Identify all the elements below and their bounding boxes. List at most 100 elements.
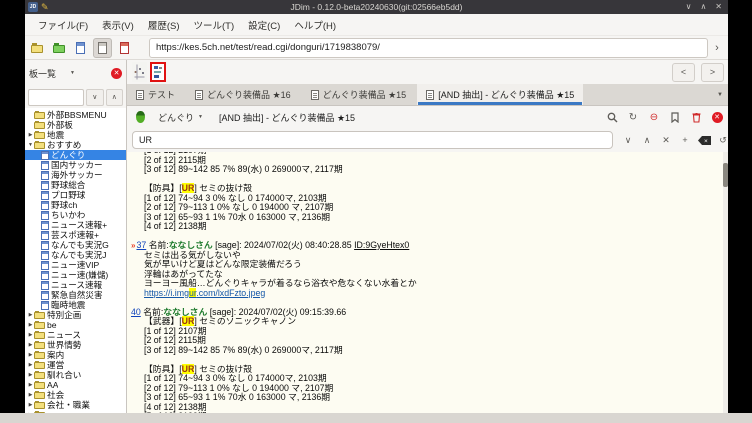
search-icon[interactable] [606,111,618,123]
find-prev-icon[interactable]: ∧ [640,133,654,147]
board-dropdown-button[interactable]: どんぐり ▼ [154,109,207,126]
window-close-button[interactable]: ✕ [715,0,722,14]
url-dropdown-button[interactable]: › [708,38,726,58]
chevron-down-icon[interactable]: ▼ [70,70,75,76]
tree-expander-icon[interactable]: ▶ [27,372,34,378]
tree-expander-icon[interactable]: ▶ [27,412,34,413]
post-text: [5 of 12] 2132期 [144,411,207,413]
menu-history[interactable]: 履歴(S) [141,15,187,35]
post-text: ] セミの抜け殻 [194,364,252,374]
acorn-board-icon [136,111,145,123]
thread-view-button[interactable] [93,38,112,58]
sidebar-close-button[interactable]: ✕ [111,68,122,79]
doc-red-icon [120,42,129,54]
post-text: 名前: [146,240,168,250]
tab-2[interactable]: どんぐり装備品 ★15 [302,84,416,105]
filter-down-button[interactable]: ∨ [86,89,104,106]
tree-expander-icon[interactable]: ▶ [27,332,34,338]
own-post-arrow-icon: » [131,241,135,250]
tree-expander-icon[interactable]: ▶ [27,352,34,358]
tree-expander-icon[interactable]: ▶ [27,392,34,398]
search-highlight: UR [182,316,195,326]
tree-expander-icon[interactable]: ▶ [27,362,34,368]
tree-expander-icon[interactable]: ▶ [27,312,34,318]
post-text: ヨーヨー風船…どんぐりキャラが着るなら浴衣や危なくない水着とか [144,278,417,288]
tab-1[interactable]: どんぐり装備品 ★16 [186,84,300,105]
sidebar-item-会社・職業[interactable]: ▶ 会社・職業 [25,400,126,410]
find-next-icon[interactable]: ∨ [621,133,635,147]
menu-view[interactable]: 表示(V) [95,15,141,35]
menu-tools[interactable]: ツール(T) [186,15,241,35]
tab-3[interactable]: [AND 抽出] - どんぐり装備品 ★15 [417,84,583,105]
clear-highlight-icon[interactable]: ✕ [659,133,673,147]
reload-icon[interactable]: ↻ [627,111,639,123]
sidebar-item-label: 会社・職業 [47,399,90,411]
post-text: [4 of 12] 2138期 [144,221,207,231]
tree-expander-icon[interactable]: ▶ [27,382,34,388]
tab-label: どんぐり装備品 ★15 [323,88,407,101]
menu-settings[interactable]: 設定(C) [241,15,287,35]
tree-expander-icon[interactable]: ▶ [27,322,34,328]
delete-log-icon[interactable] [690,111,702,123]
tree-expander-icon[interactable]: ▶ [27,132,34,138]
close-thread-icon[interactable]: ✕ [711,111,723,123]
favorites-button[interactable] [49,38,68,58]
url-link[interactable]: .com/lxdFzto.jpeg [196,288,265,298]
post-number-link[interactable]: 40 [131,307,141,317]
scrollbar-track[interactable] [723,152,728,413]
extract-add-icon[interactable]: + [678,133,692,147]
close-search-icon[interactable]: ↺ [716,133,730,147]
clear-input-icon[interactable]: × [697,133,711,147]
menu-file[interactable]: ファイル(F) [31,15,95,35]
doc-icon [41,171,49,180]
doc-icon [41,271,49,280]
next-tab-button[interactable]: > [701,63,724,82]
post-text: [2 of 12] 2115期 [144,335,206,345]
thread-view: [1 of 12] 2107期[2 of 12] 2115期[3 of 12] … [127,152,728,413]
tree-expander-icon[interactable]: ▼ [27,142,34,148]
tab-list-dropdown-button[interactable]: ▼ [712,84,728,105]
menu-help[interactable]: ヘルプ(H) [287,15,343,35]
image-view-button[interactable] [115,38,134,58]
post-search-icons: ∨ ∧ ✕ + × ↺ [621,133,730,147]
board-list-sidebar: 板一覧 ▼ ✕ ∨ ∧ 外部BBSMENU外部板▶地震▼おすすめどんぐり国内サッ… [25,60,127,413]
bookmark-icon[interactable] [669,111,681,123]
board-filter-input[interactable] [28,89,84,106]
poster-id-link[interactable]: ID:9GyeHtex0 [354,240,409,250]
board-view-button[interactable] [71,38,90,58]
url-input[interactable] [149,38,708,58]
sidebar-item-案内[interactable]: ▶案内 [25,350,126,360]
post-number-link[interactable]: 37 [136,240,146,250]
url-link[interactable]: https://i.img [144,288,189,298]
sidebar-item-AA[interactable]: ▶AA [25,380,126,390]
stop-icon[interactable]: ⊖ [648,111,660,123]
sidebar-item-世界情勢[interactable]: ▶世界情勢 [25,340,126,350]
sidebar-item-外部板[interactable]: 外部板 [25,120,126,130]
filter-up-button[interactable]: ∧ [106,89,124,106]
post-lines: [1 of 12] 2107期[2 of 12] 2115期[3 of 12] … [127,152,728,413]
tree-expander-icon[interactable]: ▶ [27,342,34,348]
folder-icon [34,332,45,339]
post-text: [sage]: 2024/07/02(火) 08:40:28.85 [213,240,354,250]
post-body-line: [3 of 12] 89~142 85 7% 89(水) 0 269000マ, … [127,165,728,175]
document-icon [426,90,434,100]
folder-yellow-icon [31,45,43,53]
sidebar-item-特別企画[interactable]: ▶特別企画 [25,310,126,320]
window-shade-button[interactable]: ∨ [686,0,692,14]
document-icon [136,90,144,100]
doc-icon [41,261,49,270]
tab-0[interactable]: テスト [127,84,184,105]
prev-tab-button[interactable]: < [672,63,695,82]
thread-title: [AND 抽出] - どんぐり装備品 ★15 [219,111,355,124]
scrollbar-thumb[interactable] [723,163,728,187]
sidebar-item-外部BBSMENU[interactable]: 外部BBSMENU [25,110,126,120]
search-highlight: UR [182,364,195,374]
view-toggle-buttons [27,38,137,58]
tree-expander-icon[interactable]: ▶ [27,402,34,408]
thread-pane: < > テストどんぐり装備品 ★16 どんぐり装備品 ★15 [AND 抽出] - … [127,60,728,413]
sidebar-item-馴れ合い[interactable]: ▶馴れ合い [25,370,126,380]
post-body-line: [3 of 12] 65~93 1 1% 70水 0 163000 マ, 213… [127,393,728,403]
post-search-input[interactable] [132,131,613,149]
window-maximize-button[interactable]: ∧ [700,0,706,14]
bbslist-button[interactable] [27,38,46,58]
